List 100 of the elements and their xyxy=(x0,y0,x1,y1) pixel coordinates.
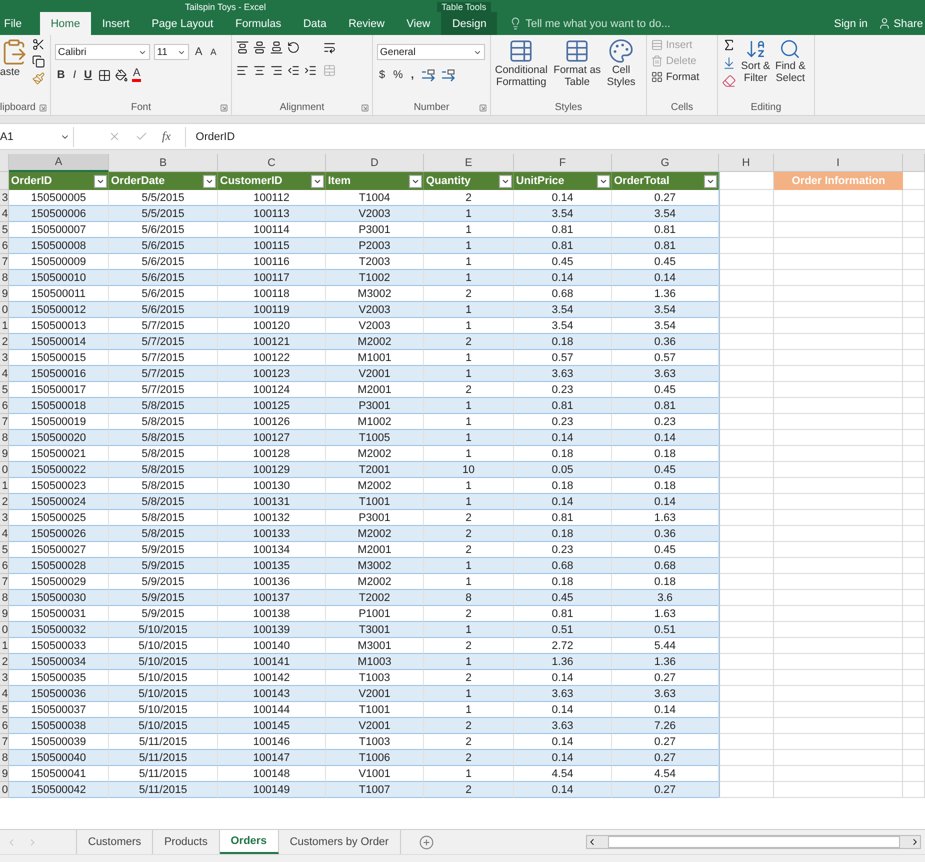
column-header[interactable]: G xyxy=(612,154,719,172)
paintbrush-icon[interactable] xyxy=(32,72,45,85)
ribbon-tab[interactable]: Insert xyxy=(91,12,141,35)
insert-function-button[interactable]: fx xyxy=(162,129,171,144)
table-cell: 5/9/2015 xyxy=(109,542,218,558)
dialog-launcher-icon[interactable] xyxy=(220,104,228,112)
table-cell: M3001 xyxy=(326,638,424,654)
horizontal-scrollbar[interactable] xyxy=(586,835,921,849)
bold-button[interactable]: B xyxy=(55,69,67,81)
person-icon[interactable] xyxy=(878,17,891,30)
scissors-icon[interactable] xyxy=(32,38,45,51)
row-number: 6 xyxy=(0,718,9,734)
editing-button[interactable]: Find & Select xyxy=(775,38,806,101)
empty-cell xyxy=(903,398,925,414)
number-format-dropdown[interactable]: General xyxy=(377,44,485,60)
table-cell: 3.63 xyxy=(612,686,719,702)
font-color-button[interactable]: A xyxy=(132,68,142,82)
align-middle-icon[interactable] xyxy=(253,41,266,54)
style-button[interactable]: Conditional Formatting xyxy=(495,38,548,101)
name-box[interactable]: A1 xyxy=(0,126,74,146)
style-button[interactable]: Cell Styles xyxy=(606,38,636,101)
filter-dropdown-icon[interactable] xyxy=(499,174,512,188)
column-header[interactable]: C xyxy=(218,154,326,172)
filter-dropdown-icon[interactable] xyxy=(311,174,324,188)
add-sheet-icon[interactable] xyxy=(418,834,434,850)
align-center-icon[interactable] xyxy=(253,64,266,77)
column-header[interactable]: F xyxy=(514,154,612,172)
align-right-icon[interactable] xyxy=(270,64,283,77)
sigma-icon[interactable] xyxy=(722,38,736,52)
align-left-icon[interactable] xyxy=(236,64,249,77)
indent-increase-icon[interactable] xyxy=(304,64,317,77)
column-header[interactable]: I xyxy=(774,154,903,172)
table-cell: 5/8/2015 xyxy=(109,414,218,430)
fill-down-icon[interactable] xyxy=(722,56,736,70)
currency-button[interactable]: $ xyxy=(377,69,388,81)
increase-decimal-icon[interactable] xyxy=(420,68,436,82)
filter-dropdown-icon[interactable] xyxy=(94,174,107,188)
align-bottom-icon[interactable] xyxy=(270,41,283,54)
filter-dropdown-icon[interactable] xyxy=(409,174,422,188)
table-cell: 5/5/2015 xyxy=(109,190,218,206)
table-cell: 100118 xyxy=(218,286,326,302)
grow-font-button[interactable]: A xyxy=(193,46,204,58)
empty-cell xyxy=(903,238,925,254)
table-cell: 0.81 xyxy=(514,222,612,238)
align-top-icon[interactable] xyxy=(236,41,249,54)
dialog-launcher-icon[interactable] xyxy=(39,104,47,112)
row-number: 0 xyxy=(0,302,9,318)
filter-dropdown-icon[interactable] xyxy=(597,174,610,188)
merge-cells-icon[interactable] xyxy=(323,64,336,77)
ribbon-tab[interactable]: Design xyxy=(441,12,498,35)
percent-button[interactable]: % xyxy=(391,69,405,81)
orientation-icon[interactable] xyxy=(287,41,300,54)
dialog-launcher-icon[interactable] xyxy=(361,104,369,112)
underline-button[interactable]: U xyxy=(82,69,94,81)
editing-button[interactable]: Sort & Filter xyxy=(741,38,770,101)
row-number: 3 xyxy=(0,350,9,366)
column-header[interactable]: H xyxy=(719,154,774,172)
filter-dropdown-icon[interactable] xyxy=(704,174,717,188)
font-size-dropdown[interactable]: 11 xyxy=(154,44,189,60)
ribbon-tab[interactable]: View xyxy=(396,12,442,35)
column-header[interactable]: A xyxy=(9,154,109,172)
borders-icon[interactable] xyxy=(98,68,111,82)
comma-button[interactable]: , xyxy=(408,69,416,81)
formula-field[interactable]: OrderID xyxy=(196,130,235,142)
group-label: Number xyxy=(412,101,450,115)
paste-button[interactable]: aste xyxy=(0,38,28,101)
sign-in-link[interactable]: Sign in xyxy=(834,18,868,30)
wrap-text-icon[interactable] xyxy=(323,41,336,54)
cells-button[interactable]: Format xyxy=(651,71,713,83)
ribbon-tab[interactable]: Home xyxy=(40,12,92,35)
filter-dropdown-icon[interactable] xyxy=(203,174,216,188)
share-button[interactable]: Share xyxy=(894,18,923,30)
paint-bucket-icon[interactable] xyxy=(114,68,128,82)
italic-button[interactable]: I xyxy=(70,69,78,81)
sheet-tab[interactable]: Orders xyxy=(220,830,279,854)
table-cell: 5/8/2015 xyxy=(109,446,218,462)
row-number: 6 xyxy=(0,398,9,414)
table-cell: 5/6/2015 xyxy=(109,286,218,302)
ribbon-tab[interactable]: File xyxy=(0,12,28,35)
table-cell: P2003 xyxy=(326,238,424,254)
column-header[interactable]: E xyxy=(424,154,514,172)
shrink-font-button[interactable]: A xyxy=(208,47,218,57)
dialog-launcher-icon[interactable] xyxy=(479,104,487,112)
ribbon-tab[interactable]: Formulas xyxy=(224,12,292,35)
ribbon-tab[interactable]: Page Layout xyxy=(140,12,224,35)
table-cell: 150500040 xyxy=(9,750,109,766)
font-name-dropdown[interactable]: Calibri xyxy=(55,44,150,60)
style-button[interactable]: Format as Table xyxy=(554,38,601,101)
copy-icon[interactable] xyxy=(32,55,45,68)
column-header[interactable]: D xyxy=(326,154,424,172)
ribbon-tab[interactable]: Review xyxy=(337,12,396,35)
decrease-decimal-icon[interactable] xyxy=(440,68,456,82)
row-number: 4 xyxy=(0,206,9,222)
table-cell: 100112 xyxy=(218,190,326,206)
tell-me-field[interactable]: Tell me what you want to do... xyxy=(525,18,670,30)
eraser-icon[interactable] xyxy=(722,74,736,88)
column-header[interactable]: B xyxy=(109,154,218,172)
table-cell: 150500010 xyxy=(9,270,109,286)
ribbon-tab[interactable]: Data xyxy=(292,12,338,35)
indent-decrease-icon[interactable] xyxy=(287,64,300,77)
